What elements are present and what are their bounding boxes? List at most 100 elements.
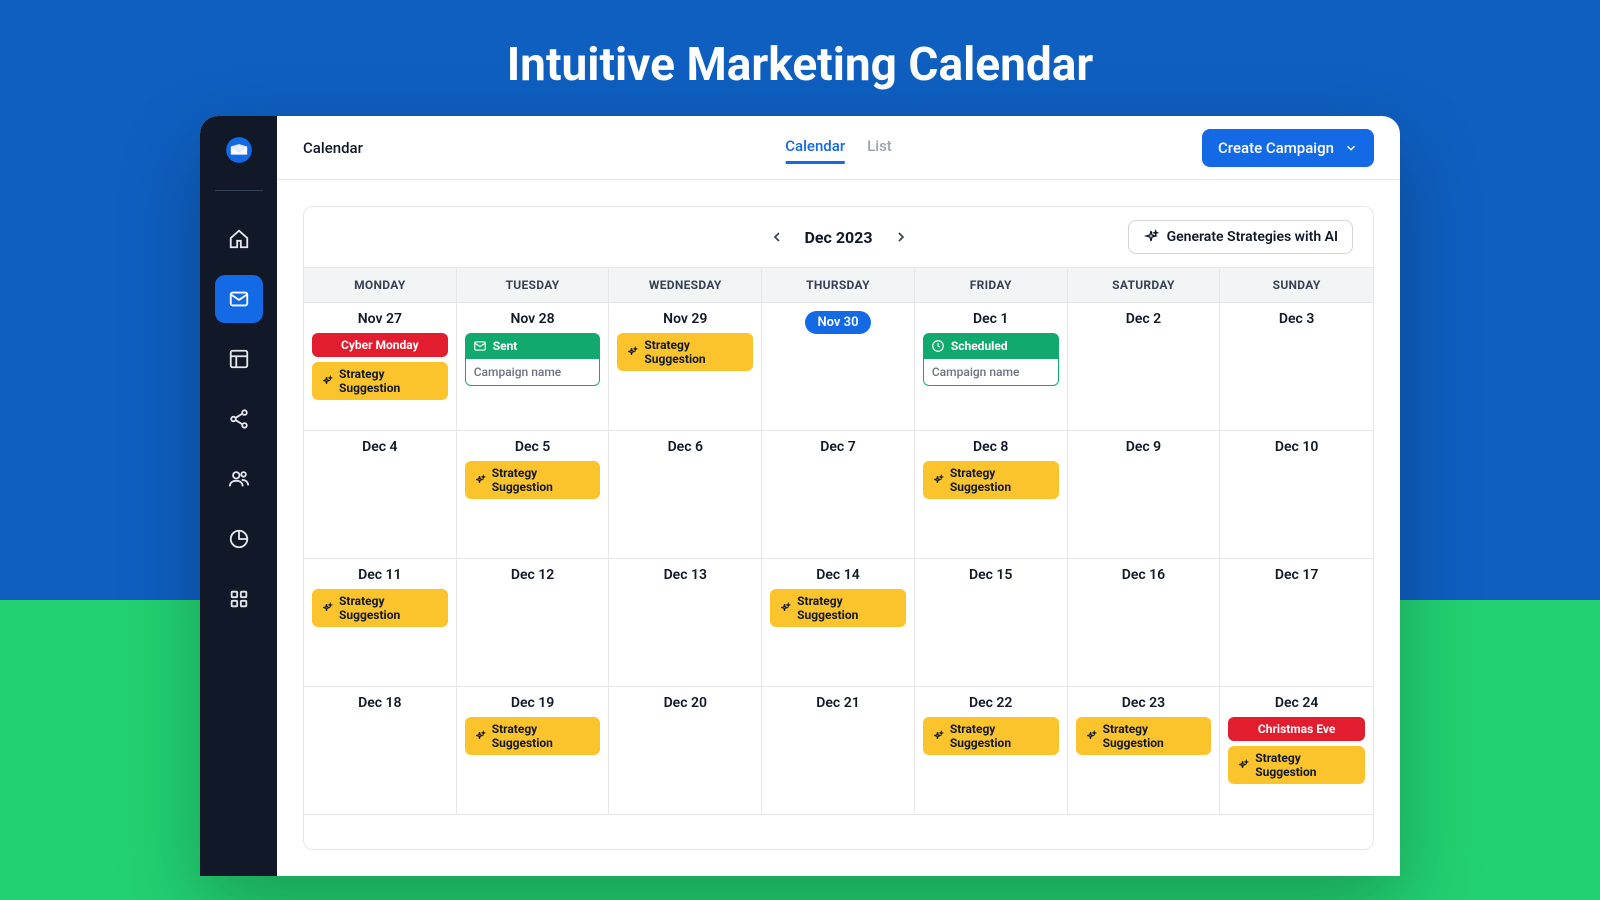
tab-list[interactable]: List (867, 131, 892, 164)
strategy-suggestion-tag[interactable]: Strategy Suggestion (923, 461, 1059, 499)
date-label: Nov 27 (358, 311, 402, 327)
calendar-cell[interactable]: Dec 13 (609, 559, 762, 687)
calendar-cell[interactable]: Dec 19 Strategy Suggestion (457, 687, 610, 815)
users-icon (228, 468, 250, 490)
calendar-cell[interactable]: Dec 17 (1220, 559, 1373, 687)
calendar-cell[interactable]: Dec 7 (762, 431, 915, 559)
strategy-suggestion-tag[interactable]: Strategy Suggestion (312, 362, 448, 400)
sparkle-icon (473, 730, 486, 743)
date-label: Dec 1 (973, 311, 1008, 327)
calendar-cell[interactable]: Dec 24Christmas EveStrategy Suggestion (1220, 687, 1373, 815)
strategy-suggestion-tag[interactable]: Strategy Suggestion (465, 717, 601, 755)
weekday-header: FRIDAY (915, 267, 1068, 303)
calendar-cell[interactable]: Dec 14Strategy Suggestion (762, 559, 915, 687)
weekday-header: THURSDAY (762, 267, 915, 303)
date-label: Dec 9 (1126, 439, 1161, 455)
sparkle-icon (320, 602, 333, 615)
nav-home[interactable] (215, 215, 263, 263)
calendar-cell[interactable]: Dec 8 Strategy Suggestion (915, 431, 1068, 559)
tab-calendar[interactable]: Calendar (785, 131, 845, 164)
nav-layout[interactable] (215, 335, 263, 383)
sparkle-icon (473, 474, 486, 487)
calendar-cell[interactable]: Nov 28SentCampaign name (457, 303, 610, 431)
weekday-header: SUNDAY (1220, 267, 1373, 303)
envelope-logo-icon (225, 136, 253, 164)
sparkle-icon (1084, 730, 1097, 743)
nav-mail[interactable] (215, 275, 263, 323)
strategy-suggestion-tag[interactable]: Strategy Suggestion (1076, 717, 1212, 755)
date-label: Dec 10 (1275, 439, 1318, 455)
view-tabs: Calendar List (785, 116, 892, 179)
date-label: Nov 30 (805, 311, 870, 334)
calendar-cell[interactable]: Dec 9 (1068, 431, 1221, 559)
home-icon (228, 228, 250, 250)
sparkle-icon (931, 474, 944, 487)
breadcrumb: Calendar (303, 139, 363, 157)
date-label: Dec 22 (969, 695, 1012, 711)
strategy-suggestion-tag[interactable]: Strategy Suggestion (923, 717, 1059, 755)
calendar-cell[interactable]: Dec 5Strategy Suggestion (457, 431, 610, 559)
campaign-event[interactable]: SentCampaign name (465, 333, 601, 386)
app-logo (217, 128, 261, 172)
create-campaign-label: Create Campaign (1218, 139, 1334, 157)
campaign-status-header: Sent (465, 333, 601, 359)
calendar-cell[interactable]: Dec 11 Strategy Suggestion (304, 559, 457, 687)
campaign-name-label: Campaign name (923, 359, 1059, 386)
calendar-cell[interactable]: Dec 6 (609, 431, 762, 559)
main-area: Calendar Calendar List Create Campaign D… (277, 116, 1400, 876)
calendar-cell[interactable]: Dec 4 (304, 431, 457, 559)
calendar-cell[interactable]: Dec 16 (1068, 559, 1221, 687)
calendar-cell[interactable]: Dec 10 (1220, 431, 1373, 559)
calendar-cell[interactable]: Dec 23 Strategy Suggestion (1068, 687, 1221, 815)
sparkle-icon (320, 375, 333, 388)
strategy-suggestion-tag[interactable]: Strategy Suggestion (312, 589, 448, 627)
holiday-tag[interactable]: Christmas Eve (1228, 717, 1365, 741)
sparkle-icon (1236, 759, 1249, 772)
calendar-cell[interactable]: Dec 18 (304, 687, 457, 815)
calendar-cell[interactable]: Nov 30 (762, 303, 915, 431)
weekday-header: WEDNESDAY (609, 267, 762, 303)
campaign-event[interactable]: ScheduledCampaign name (923, 333, 1059, 386)
calendar-cell[interactable]: Dec 20 (609, 687, 762, 815)
date-label: Dec 19 (511, 695, 554, 711)
nav-apps[interactable] (215, 575, 263, 623)
date-label: Dec 3 (1279, 311, 1314, 327)
prev-month-button[interactable] (768, 229, 784, 245)
strategy-suggestion-tag[interactable]: Strategy Suggestion (617, 333, 753, 371)
next-month-button[interactable] (893, 229, 909, 245)
weekday-header-row: MONDAYTUESDAYWEDNESDAYTHURSDAYFRIDAYSATU… (304, 267, 1373, 303)
campaign-status-header: Scheduled (923, 333, 1059, 359)
month-label: Dec 2023 (804, 228, 872, 247)
topbar: Calendar Calendar List Create Campaign (277, 116, 1400, 180)
nav-users[interactable] (215, 455, 263, 503)
date-label: Dec 11 (358, 567, 401, 583)
create-campaign-button[interactable]: Create Campaign (1202, 129, 1374, 167)
strategy-suggestion-tag[interactable]: Strategy Suggestion (465, 461, 601, 499)
nav-share[interactable] (215, 395, 263, 443)
sparkle-icon (931, 730, 944, 743)
calendar-cell[interactable]: Dec 21 (762, 687, 915, 815)
calendar-cell[interactable]: Nov 29 Strategy Suggestion (609, 303, 762, 431)
chevron-left-icon (768, 229, 784, 245)
calendar-cell[interactable]: Nov 27 Cyber Monday Strategy Suggestion (304, 303, 457, 431)
calendar-cell[interactable]: Dec 1 ScheduledCampaign name (915, 303, 1068, 431)
holiday-tag[interactable]: Cyber Monday (312, 333, 448, 357)
date-label: Dec 17 (1275, 567, 1318, 583)
strategy-suggestion-tag[interactable]: Strategy Suggestion (1228, 746, 1365, 784)
calendar-header: Dec 2023 Generate Strategies with AI (304, 207, 1373, 267)
calendar-cell[interactable]: Dec 3 (1220, 303, 1373, 431)
generate-strategies-button[interactable]: Generate Strategies with AI (1128, 220, 1353, 254)
date-label: Dec 8 (973, 439, 1008, 455)
calendar-cell[interactable]: Dec 12 (457, 559, 610, 687)
nav-analytics[interactable] (215, 515, 263, 563)
calendar-cell[interactable]: Dec 15 (915, 559, 1068, 687)
strategy-suggestion-tag[interactable]: Strategy Suggestion (770, 589, 906, 627)
date-label: Dec 23 (1122, 695, 1165, 711)
share-icon (228, 408, 250, 430)
sidebar-separator (215, 190, 263, 191)
calendar-cell[interactable]: Dec 22 Strategy Suggestion (915, 687, 1068, 815)
calendar-cell[interactable]: Dec 2 (1068, 303, 1221, 431)
clock-icon (931, 339, 945, 353)
date-label: Nov 29 (663, 311, 707, 327)
date-label: Dec 2 (1126, 311, 1161, 327)
